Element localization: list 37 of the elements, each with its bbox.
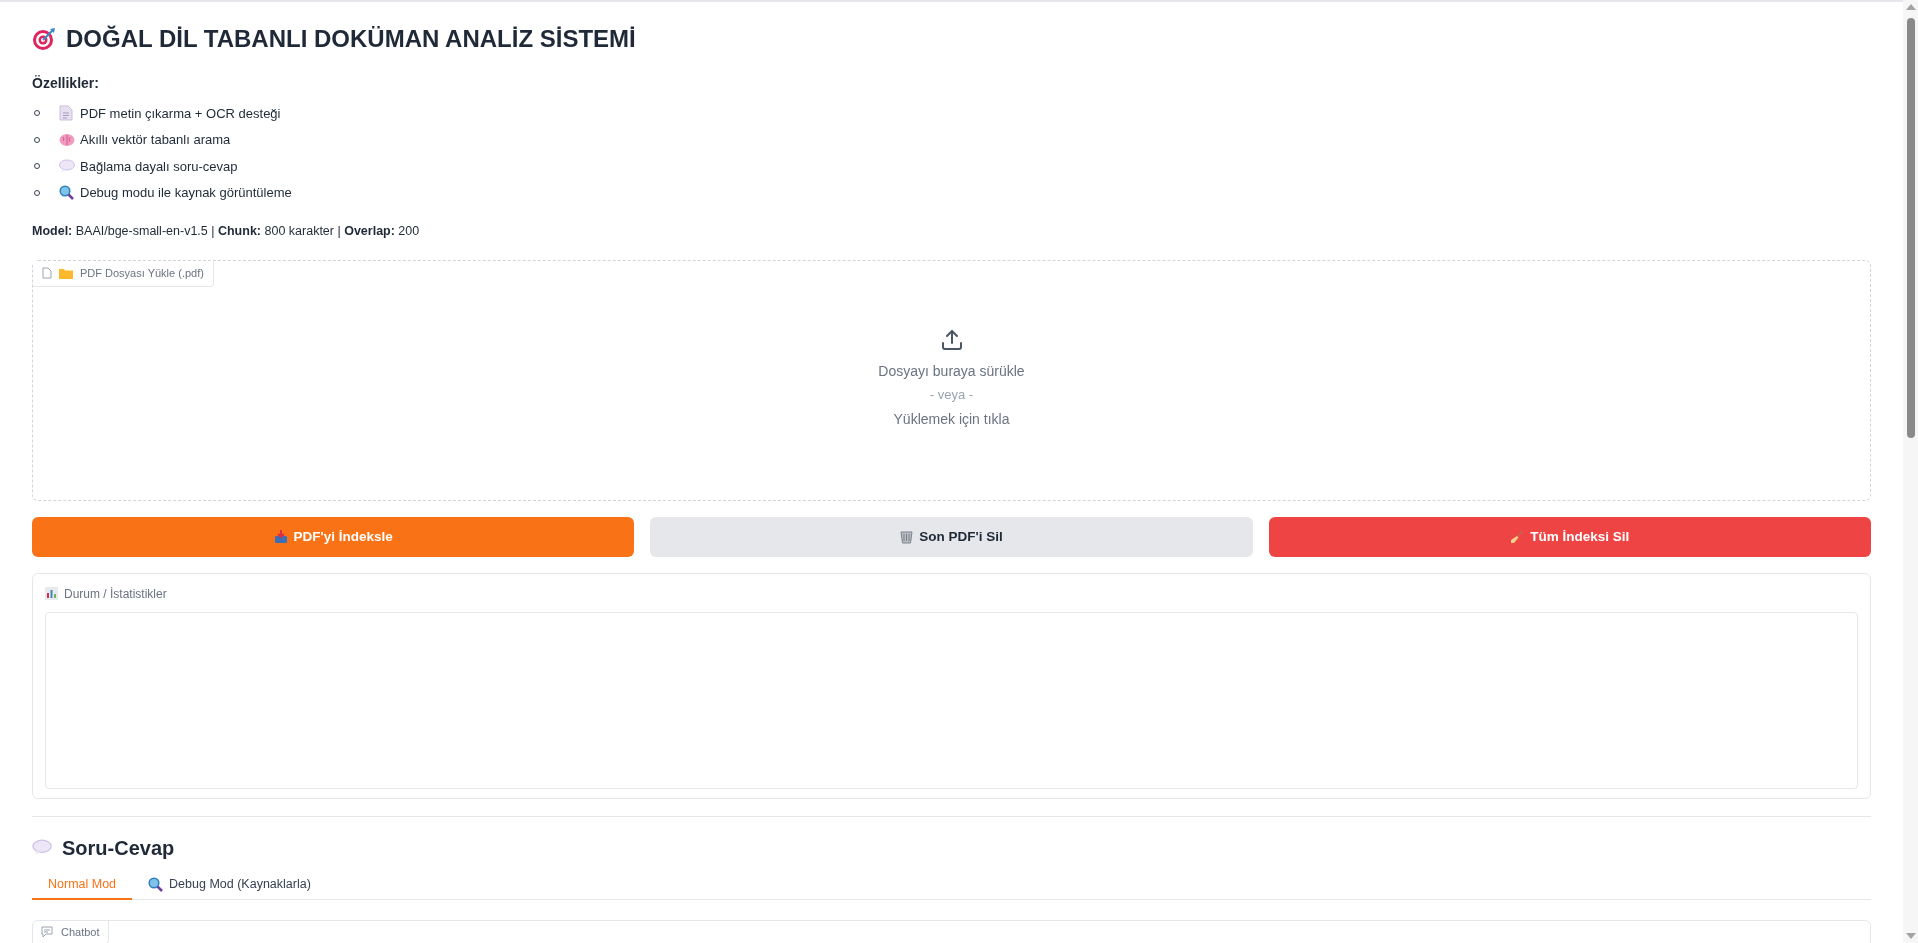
bar-chart-icon: [45, 587, 58, 601]
chat-icon: [41, 925, 53, 938]
action-button[interactable]: PDF'yi İndeksle: [32, 516, 635, 557]
action-button[interactable]: Tüm İndeksi Sil: [1268, 516, 1871, 557]
feature-text: Bağlama dayalı soru-cevap: [80, 157, 238, 176]
broom-icon: [1510, 529, 1525, 544]
magnifier-icon: [148, 877, 164, 893]
folder-icon: [59, 267, 73, 280]
inbox-tray-icon: [273, 529, 288, 544]
file-icon: [42, 267, 52, 280]
feature-text: PDF metin çıkarma + OCR desteği: [80, 104, 281, 123]
chatbot-label: Chatbot: [61, 924, 100, 940]
click-text: Yüklemek için tıkla: [893, 410, 1010, 430]
tab[interactable]: Normal Mod: [32, 871, 133, 900]
feature-text: Debug modu ile kaynak görüntüleme: [80, 184, 292, 202]
document-icon: [59, 105, 73, 122]
status-label: Durum / İstatistikler: [64, 585, 167, 603]
upload-dropzone[interactable]: PDF Dosyası Yükle (.pdf) Dosyayı buraya sürükle - veya - Yüklemek için tıkla: [32, 259, 1871, 501]
scrollbar-thumb[interactable]: [1906, 18, 1915, 438]
target-icon: [32, 27, 56, 51]
tab[interactable]: Debug Mod (Kaynaklarla): [132, 871, 327, 900]
speech-bubble-icon: [32, 839, 52, 857]
scrollbar[interactable]: [1903, 0, 1918, 943]
drop-text: Dosyayı buraya sürükle: [878, 362, 1025, 382]
features-heading: Özellikler:: [32, 74, 100, 93]
wastebasket-icon: [900, 529, 914, 544]
feature-text: Akıllı vektör tabanlı arama: [80, 131, 231, 149]
magnifier-icon: [59, 185, 74, 201]
action-button[interactable]: Son PDF'i Sil: [650, 516, 1253, 557]
or-text: - veya -: [929, 386, 974, 405]
model-info: Model: BAAI/bge-small-en-v1.5 | Chunk: 800 karakter | Overlap: 200: [32, 223, 421, 240]
brain-icon: [59, 132, 75, 147]
speech-bubble-icon: [59, 159, 75, 174]
upload-icon: [939, 328, 964, 353]
section-heading: Soru-Cevap: [62, 835, 175, 861]
page-title: DOĞAL DİL TABANLI DOKÜMAN ANALİZ SİSTEMİ: [66, 24, 636, 54]
upload-label: PDF Dosyası Yükle (.pdf): [80, 266, 204, 281]
